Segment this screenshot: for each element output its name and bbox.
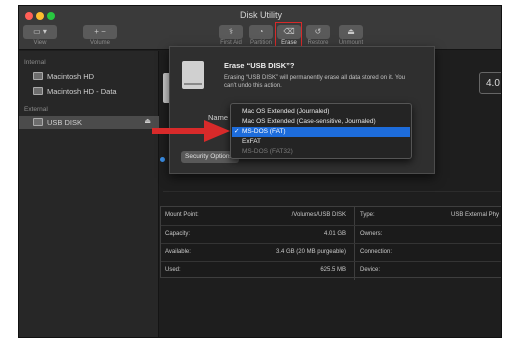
menu-item-exfat[interactable]: ExFAT [232, 137, 410, 147]
sidebar-item-label: Macintosh HD [47, 72, 95, 81]
menu-item-label: Mac OS Extended (Case-sensitive, Journal… [242, 118, 376, 125]
divider [354, 244, 355, 262]
hard-disk-icon [33, 72, 43, 80]
menu-item-ms-dos-fat[interactable]: ✓ MS-DOS (FAT) [232, 127, 410, 137]
info-label: Device: [360, 267, 381, 273]
restore-icon: ↺ [314, 27, 322, 36]
menu-item-label: MS-DOS (FAT) [242, 128, 286, 135]
eject-icon[interactable]: ⏏ [144, 117, 151, 125]
partition-button[interactable]: ◔ [249, 25, 273, 39]
divider [354, 207, 355, 225]
menu-item-label: MS-DOS (FAT32) [242, 148, 293, 155]
volume-button[interactable]: + − [83, 25, 117, 39]
sidebar: Internal Macintosh HD Macintosh HD - Dat… [19, 51, 159, 337]
restore-button[interactable]: ↺ [306, 25, 330, 39]
dialog-title: Erase “USB DISK”? [224, 61, 295, 70]
eject-icon: ⏏ [347, 27, 355, 36]
unmount-button[interactable]: ⏏ [339, 25, 363, 39]
stethoscope-icon: ⚕ [228, 27, 234, 36]
view-label: View [33, 40, 47, 46]
menu-item-mac-os-extended-journaled[interactable]: Mac OS Extended (Journaled) [232, 107, 410, 117]
info-value: 625.5 MB [320, 267, 346, 273]
sidebar-item-macintosh-hd-data[interactable]: Macintosh HD - Data [19, 85, 159, 98]
radio-icon [160, 157, 165, 162]
capacity-badge: 4.0 [479, 72, 501, 94]
volume-label: Volume [89, 40, 110, 46]
menu-item-label: Mac OS Extended (Journaled) [242, 108, 330, 115]
table-row: Available: 3.4 GB (20 MB purgeable) Conn… [161, 243, 501, 262]
sidebar-item-label: Macintosh HD - Data [47, 87, 117, 96]
checkmark-icon: ✓ [234, 128, 240, 135]
first-aid-button[interactable]: ⚕ [219, 25, 243, 39]
info-label: Capacity: [165, 231, 191, 237]
hard-disk-icon [33, 87, 43, 95]
menu-item-ms-dos-fat32: MS-DOS (FAT32) [232, 147, 410, 157]
format-dropdown-menu: Mac OS Extended (Journaled) Mac OS Exten… [230, 103, 412, 159]
arrow-shape [152, 120, 230, 142]
info-label: Used: [165, 267, 181, 273]
external-section-header: External [24, 106, 48, 113]
info-table: Mount Point: /Volumes/USB DISK Type: USB… [160, 206, 501, 280]
dialog-description: Erasing “USB DISK” will permanently eras… [224, 75, 406, 89]
sidebar-item-label: USB DISK [47, 118, 83, 127]
divider [163, 191, 501, 192]
info-value: 4.01 GB [323, 231, 346, 237]
table-row: Mount Point: /Volumes/USB DISK Type: USB… [161, 207, 501, 225]
menu-item-mac-os-extended-case-sensitive[interactable]: Mac OS Extended (Case-sensitive, Journal… [232, 117, 410, 127]
info-value: /Volumes/USB DISK [291, 212, 346, 218]
sidebar-item-macintosh-hd[interactable]: Macintosh HD [19, 70, 159, 83]
external-disk-icon [182, 61, 204, 89]
plus-minus-icon: + − [94, 27, 106, 36]
info-label: Owners: [360, 231, 383, 237]
divider [354, 226, 355, 244]
toolbar: Disk Utility ▭ ▾ View + − Volume ⚕ First… [19, 6, 501, 50]
view-button[interactable]: ▭ ▾ [23, 25, 57, 39]
internal-section-header: Internal [24, 59, 46, 66]
info-value: 3.4 GB (20 MB purgeable) [275, 249, 346, 255]
info-label: Connection: [360, 249, 393, 255]
info-label: Mount Point: [165, 212, 199, 218]
sidebar-icon: ▭ ▾ [33, 27, 47, 36]
red-arrow-annotation [152, 120, 230, 142]
sidebar-item-usb-disk[interactable]: USB DISK ⏏ [19, 116, 159, 129]
partition-icon: ◔ [258, 27, 264, 36]
info-label: Available: [165, 249, 191, 255]
info-label: Type: [360, 212, 375, 218]
window-title: Disk Utility [240, 10, 282, 20]
menu-item-label: ExFAT [242, 138, 262, 145]
divider [354, 262, 355, 280]
table-row: Capacity: 4.01 GB Owners: [161, 225, 501, 244]
external-disk-icon [33, 118, 43, 126]
info-value: USB External Phy [451, 212, 500, 218]
table-row: Used: 625.5 MB Device: [161, 261, 501, 280]
